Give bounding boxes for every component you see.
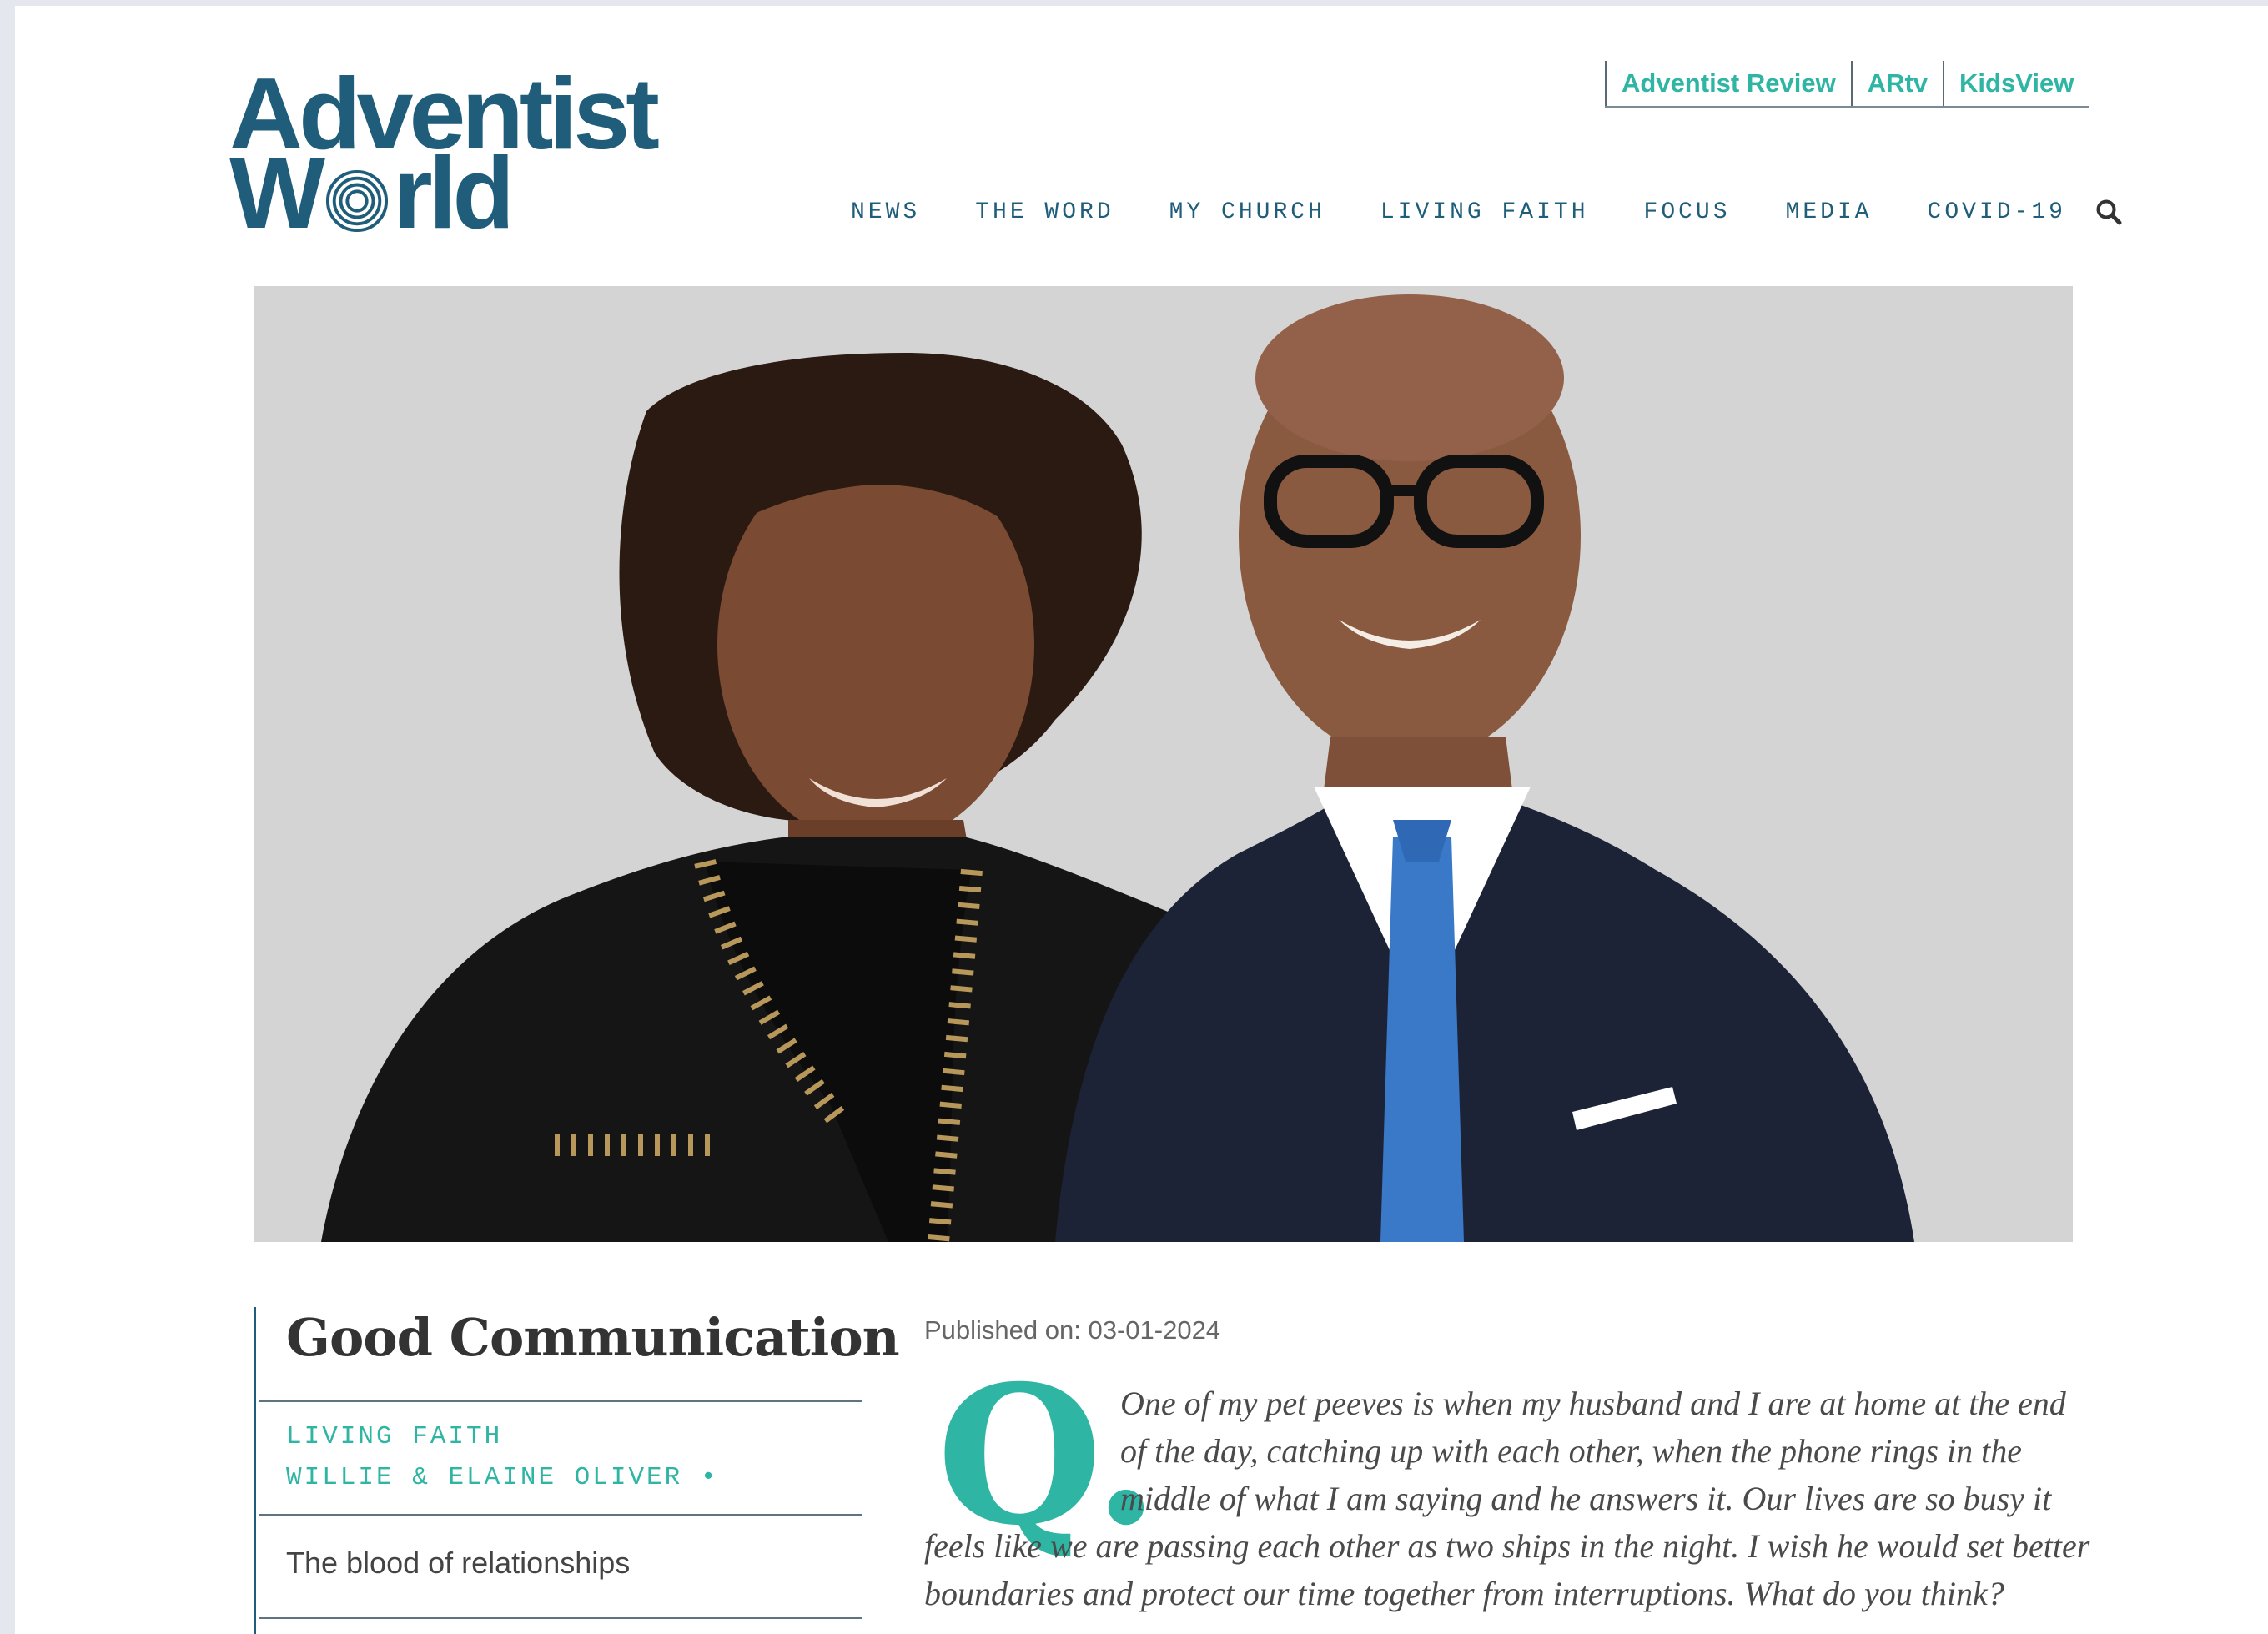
question-text-line: middle of what I am saying and he answer… bbox=[1120, 1480, 2052, 1517]
nav-my-church[interactable]: MY CHURCH bbox=[1169, 199, 1325, 225]
nav-media[interactable]: MEDIA bbox=[1786, 199, 1873, 225]
article-sidebar: Good Communication LIVING FAITH WILLIE &… bbox=[254, 1307, 900, 1634]
nav-the-word[interactable]: THE WORD bbox=[975, 199, 1114, 225]
authors-link[interactable]: WILLIE & ELAINE OLIVER • bbox=[286, 1463, 718, 1492]
site-logo[interactable]: Adventist W rld bbox=[229, 56, 696, 244]
article-title: Good Communication bbox=[286, 1307, 900, 1368]
question-text-line: boundaries and protect our time together… bbox=[924, 1575, 2004, 1612]
nav-covid-19[interactable]: COVID-19 bbox=[1928, 199, 2066, 225]
published-date: Published on: 03-01-2024 bbox=[924, 1315, 1221, 1345]
logo-letter-w: W bbox=[229, 136, 325, 249]
question-text-line: feels like we are passing each other as … bbox=[924, 1527, 2090, 1565]
question-text-line: of the day, catching up with each other,… bbox=[1120, 1432, 2022, 1470]
page: Adventist W rld Adventist Review ARtv Ki… bbox=[15, 6, 2268, 1634]
logo-letters-rld: rld bbox=[393, 136, 515, 249]
category-link[interactable]: LIVING FAITH bbox=[286, 1422, 502, 1451]
hero-illustration bbox=[254, 286, 2073, 1242]
question-text-line: One of my pet peeves is when my husband … bbox=[1120, 1385, 2066, 1422]
hero-photo bbox=[254, 286, 2073, 1242]
main-nav: NEWS THE WORD MY CHURCH LIVING FAITH FOC… bbox=[851, 198, 2123, 226]
link-adventist-review[interactable]: Adventist Review bbox=[1605, 61, 1851, 106]
nav-news[interactable]: NEWS bbox=[851, 199, 920, 225]
logo-word-world: W rld bbox=[229, 136, 515, 249]
nav-focus[interactable]: FOCUS bbox=[1644, 199, 1731, 225]
sidebar-divider bbox=[259, 1400, 862, 1402]
sidebar-divider bbox=[259, 1514, 862, 1516]
link-artv[interactable]: ARtv bbox=[1850, 61, 1943, 106]
search-icon[interactable] bbox=[2095, 198, 2123, 226]
nav-living-faith[interactable]: LIVING FAITH bbox=[1380, 199, 1589, 225]
article-subtitle: The blood of relationships bbox=[286, 1546, 631, 1580]
logo-ring-icon bbox=[326, 169, 389, 233]
sidebar-divider bbox=[259, 1617, 862, 1619]
top-links: Adventist Review ARtv KidsView bbox=[1605, 61, 2089, 108]
link-kidsview[interactable]: KidsView bbox=[1943, 61, 2089, 106]
